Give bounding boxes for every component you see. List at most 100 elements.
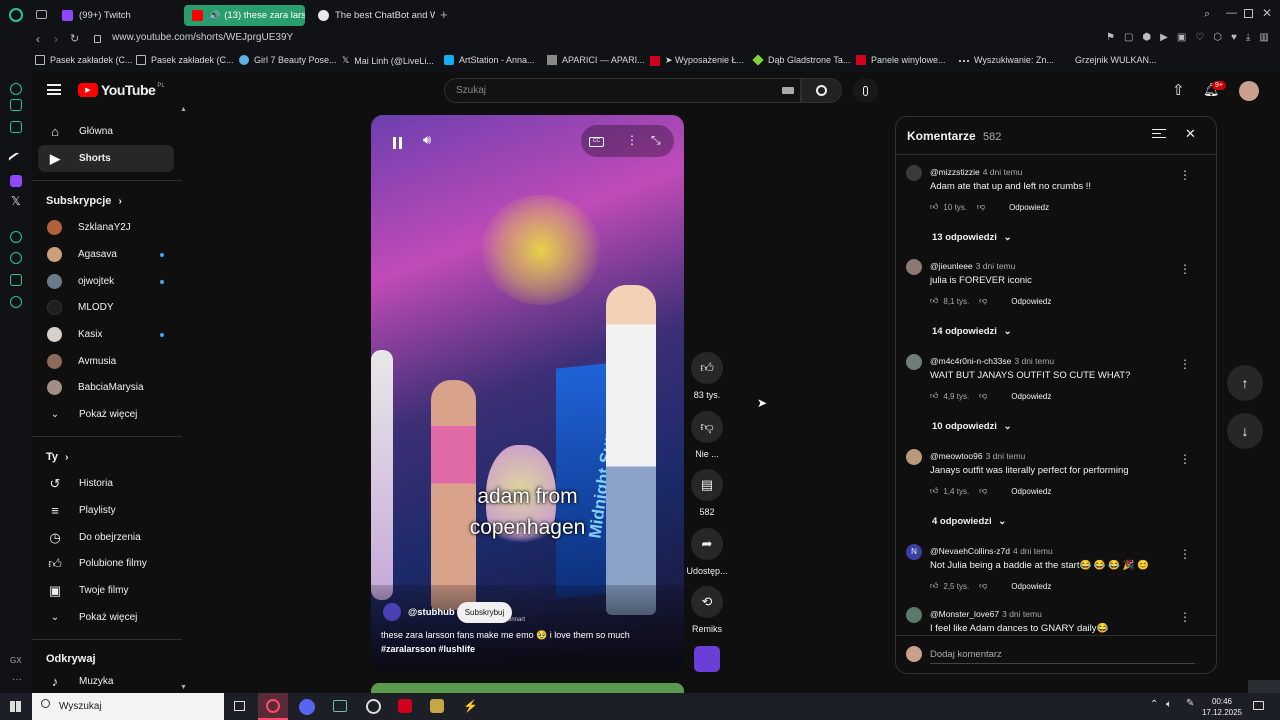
pen-tray-icon[interactable]: ✎ (1186, 698, 1194, 709)
reply-button[interactable]: Odpowiedz (1011, 582, 1051, 591)
sidebar-item-subscription[interactable]: Agasava (38, 241, 174, 268)
sidebar-item-home[interactable]: ⌂ Główna (38, 118, 174, 145)
show-more-you[interactable]: ⌄ Pokaż więcej (38, 604, 174, 631)
dislike-button[interactable]: 👎︎ Nie ... (684, 411, 730, 459)
thumb-down-icon[interactable]: 👎︎ (977, 202, 985, 212)
new-tab-icon[interactable]: + (440, 7, 448, 22)
pause-button[interactable] (383, 129, 411, 157)
search-tabs-icon[interactable]: ⌕ (1204, 8, 1210, 21)
you-heading[interactable]: Ty › (46, 451, 68, 463)
subscribe-button[interactable]: Subskrybuj (457, 602, 512, 623)
discord-taskbar-icon[interactable] (299, 699, 315, 715)
sidebar-item-liked[interactable]: 👍︎ Polubione filmy (38, 550, 174, 577)
back-icon[interactable]: ‹ (36, 32, 40, 46)
thumb-up-icon[interactable]: 👍︎ (930, 486, 938, 496)
comment-author[interactable]: @meowtoo96 (930, 451, 983, 461)
thumb-up-icon[interactable]: 👍︎ (930, 391, 938, 401)
sidebar-item-playlists[interactable]: ≡ Playlisty (38, 497, 174, 524)
channel-handle[interactable]: @stubhub (408, 607, 455, 618)
sidebar-item-subscription[interactable]: MLODY (38, 294, 174, 321)
bookmark-item[interactable]: ArtStation - Anna... (444, 55, 535, 65)
comments-button[interactable]: ▤ 582 (684, 469, 730, 517)
remix-button[interactable]: ⟲ Remiks (684, 586, 730, 634)
bookmark-item[interactable]: Panele winylowe... (856, 55, 946, 65)
sidebar-item-history[interactable]: ↺ Historia (38, 470, 174, 497)
comments-scrollbar[interactable] (1209, 155, 1214, 635)
opera-gx-taskbar-icon[interactable] (258, 693, 288, 720)
keyboard-icon[interactable] (782, 87, 794, 94)
xbox-taskbar-icon[interactable] (333, 700, 347, 712)
scroll-up-arrow-icon[interactable]: ▲ (180, 106, 187, 113)
comment-author[interactable]: @m4c4r0ni-n-ch33se (930, 356, 1011, 366)
maximize-icon[interactable] (1244, 9, 1253, 18)
search-box[interactable]: Szukaj (444, 78, 801, 103)
close-comments-icon[interactable]: ✕ (1185, 126, 1196, 142)
upload-icon[interactable]: ⇧ (1172, 81, 1185, 99)
bookmark-item[interactable]: Grzejnik WULKAN... (1075, 55, 1157, 65)
search-input[interactable]: Szukaj (456, 85, 486, 96)
task-view-icon[interactable] (234, 701, 245, 711)
sidebar-item-subscription[interactable]: ojwojtek (38, 268, 174, 295)
comment-menu-icon[interactable]: ⋮ (1179, 262, 1191, 276)
comment-menu-icon[interactable]: ⋮ (1179, 357, 1191, 371)
channel-avatar[interactable] (383, 603, 401, 621)
like-button[interactable]: 👍︎ 83 tys. (684, 352, 730, 400)
taskbar-search[interactable]: Wyszukaj (32, 693, 224, 720)
sidebar-item-subscription[interactable]: SzklanaY2J (38, 214, 174, 241)
url-field[interactable]: www.youtube.com/shorts/WEJprgUE39Y (112, 32, 293, 43)
scroll-down-arrow-icon[interactable]: ▼ (180, 684, 187, 691)
captions-icon[interactable]: CC (589, 137, 604, 147)
settings-sidebar-icon[interactable] (10, 296, 22, 308)
clock[interactable]: 00:46 17.12.2025 (1200, 696, 1244, 718)
bookmark-folder[interactable]: Pasek zakładek (C... (35, 55, 133, 65)
view-replies-button[interactable]: 13 odpowiedzi ⌄ (932, 232, 1012, 243)
shorts-video-player[interactable]: Midnight Sun 🔊︎ CC ⋮ ⤡ adam from copenha… (371, 115, 684, 672)
comment-author[interactable]: @Monster_love67 (930, 609, 999, 619)
gx-label-icon[interactable]: GX (10, 656, 22, 665)
minimize-icon[interactable]: — (1226, 7, 1237, 19)
thumb-down-icon[interactable]: 👎︎ (979, 296, 987, 306)
view-replies-button[interactable]: 4 odpowiedzi ⌄ (932, 516, 1006, 527)
account-avatar[interactable] (1239, 81, 1259, 101)
comment-author[interactable]: @NevaehCollins-z7d (930, 546, 1010, 556)
add-comment-input[interactable]: Dodaj komentarz (930, 649, 1195, 664)
reply-button[interactable]: Odpowiedz (1011, 392, 1051, 401)
voice-search-button[interactable] (853, 78, 878, 103)
share-button[interactable]: ➦ Udostęp... (684, 528, 730, 576)
extension-icons[interactable]: ⚑▢⬢▶▣♡⬡♥⤓▥ (1106, 32, 1278, 43)
view-replies-button[interactable]: 14 odpowiedzi ⌄ (932, 326, 1012, 337)
bookmark-item[interactable]: 𝕏 Mai Linh (@LiveLi... (342, 55, 434, 66)
more-sidebar-icon[interactable]: ··· (12, 674, 22, 685)
comment-author[interactable]: @mizzstizzie (930, 167, 980, 177)
more-options-icon[interactable]: ⋮ (626, 133, 638, 147)
windows-start-icon[interactable] (10, 701, 21, 712)
comment-menu-icon[interactable]: ⋮ (1179, 547, 1191, 561)
subscriptions-heading[interactable]: Subskrypcje › (46, 195, 122, 207)
volume-button[interactable]: 🔊︎ (423, 132, 431, 148)
app-taskbar-icon[interactable] (398, 699, 412, 713)
gx-icon[interactable] (7, 151, 25, 169)
comment-menu-icon[interactable]: ⋮ (1179, 610, 1191, 624)
tab-youtube[interactable]: 🔊 (13) these zara larsso (184, 5, 305, 26)
player-icon[interactable] (10, 231, 22, 243)
comment-menu-icon[interactable]: ⋮ (1179, 168, 1191, 182)
comment-author[interactable]: @jieunleee (930, 261, 973, 271)
twitch-sidebar-icon[interactable] (10, 175, 22, 187)
bookmark-item[interactable]: Wyszukiwanie: Zn... (959, 55, 1054, 65)
view-replies-button[interactable]: 10 odpowiedzi ⌄ (932, 421, 1012, 432)
reply-button[interactable]: Odpowiedz (1011, 297, 1051, 306)
comment-menu-icon[interactable]: ⋮ (1179, 452, 1191, 466)
sidebar-item-subscription[interactable]: Avmusia (38, 348, 174, 375)
browser-logo-icon[interactable] (9, 8, 23, 22)
comment-avatar[interactable] (906, 354, 922, 370)
valorant-taskbar-icon[interactable]: ⚡ (463, 699, 478, 713)
sidebar-item-music[interactable]: ♪ Muzyka (38, 668, 174, 695)
sidebar-item-watch-later[interactable]: ◷ Do obejrzenia (38, 524, 174, 551)
sort-icon[interactable] (1152, 129, 1166, 138)
thumb-down-icon[interactable]: 👎︎ (979, 391, 987, 401)
thumb-down-icon[interactable]: 👎︎ (979, 486, 987, 496)
comment-avatar[interactable] (906, 165, 922, 181)
previous-short-button[interactable]: ↑ (1227, 365, 1263, 401)
bookmark-item[interactable]: Girl 7 Beauty Pose... (239, 55, 337, 65)
instagram-icon[interactable] (10, 99, 22, 111)
